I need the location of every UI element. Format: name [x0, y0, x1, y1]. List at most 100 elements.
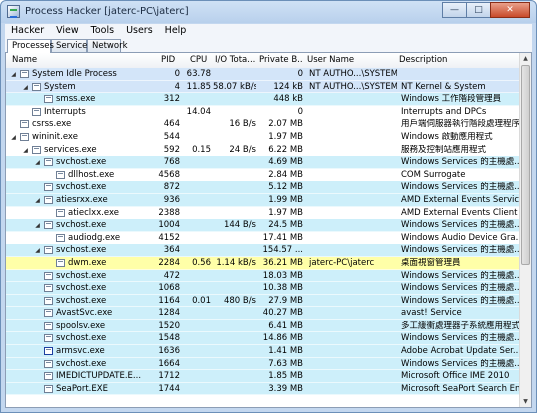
- process-row[interactable]: ◢ System 4 11.85 58.07 kB/s 124 kB NT AUTHO...…: [6, 80, 521, 94]
- menu-help[interactable]: Help: [159, 24, 193, 39]
- column-header-name[interactable]: Name: [12, 55, 102, 65]
- process-row[interactable]: ◢ svchost.exe 364 154.57 ... Windows Service…: [6, 244, 521, 257]
- process-row[interactable]: svchost.exe 472 18.03 MB Windows Services 的…: [6, 269, 521, 283]
- close-button[interactable]: ✕: [490, 2, 530, 18]
- scroll-down-arrow-icon[interactable]: ▼: [520, 396, 531, 407]
- collapse-icon[interactable]: ◢: [10, 134, 17, 141]
- process-name: dwm.exe: [68, 257, 107, 268]
- process-icon: [44, 296, 53, 305]
- process-row[interactable]: AvastSvc.exe 1284 40.27 MB avast! Service: [6, 307, 521, 320]
- process-hacker-app-icon: [7, 5, 20, 18]
- process-cpu: 0.56: [192, 257, 211, 268]
- column-header: Name PID CPU I/O Tota... Private B... Us…: [6, 53, 521, 69]
- process-private-bytes: 2.07 MB: [268, 119, 303, 130]
- process-cpu: [184, 182, 211, 193]
- process-pid: 872: [163, 182, 180, 193]
- process-pid: 4568: [158, 169, 180, 180]
- process-description: Windows 工作階段管理員: [401, 94, 502, 105]
- process-user-name: NT AUTHO...\SYSTEM: [309, 81, 397, 92]
- process-io-total: 58.07 kB/s: [213, 81, 256, 92]
- process-row[interactable]: spoolsv.exe 1520 6.41 MB 多工緩衝處理器子系統應用程式: [6, 319, 521, 333]
- scrollbar-thumb[interactable]: [521, 65, 530, 265]
- collapse-icon[interactable]: ◢: [34, 197, 41, 204]
- process-cpu: [184, 333, 211, 344]
- process-row[interactable]: SeaPort.EXE 1744 3.39 MB Microsoft SeaPort …: [6, 382, 521, 396]
- process-row[interactable]: csrss.exe 464 16 B/s 2.07 MB 用戶端伺服器執行階段處理程序: [6, 118, 521, 131]
- process-name: svchost.exe: [56, 358, 107, 369]
- process-row[interactable]: svchost.exe 1164 0.01 480 B/s 27.9 MB Windows…: [6, 294, 521, 308]
- menu-hacker[interactable]: Hacker: [5, 24, 50, 39]
- menu-users[interactable]: Users: [120, 24, 159, 39]
- process-row[interactable]: Interrupts 14.04 0 Interrupts and DPCs: [6, 105, 521, 119]
- process-user-name: [309, 119, 397, 130]
- column-header-io-total[interactable]: I/O Tota...: [215, 55, 257, 65]
- process-row[interactable]: armsvc.exe 1636 1.41 MB Adobe Acrobat Updat…: [6, 345, 521, 358]
- process-cpu: [184, 233, 211, 244]
- menu-tools[interactable]: Tools: [85, 24, 120, 39]
- process-row[interactable]: IMEDICTUPDATE.E... 1712 1.85 MB Microsoft O…: [6, 370, 521, 383]
- column-header-pid[interactable]: PID: [161, 55, 181, 65]
- process-cpu: [184, 195, 211, 206]
- process-pid: 1664: [158, 358, 180, 369]
- process-pid: 464: [163, 119, 180, 130]
- process-cpu: [184, 132, 211, 143]
- process-icon: [56, 170, 65, 179]
- process-io-total: [213, 371, 256, 382]
- process-row[interactable]: dwm.exe 2284 0.56 1.14 kB/s 36.21 MB jaterc-P…: [6, 256, 521, 270]
- process-name: services.exe: [44, 144, 97, 155]
- process-description: Windows Audio Device Gra...: [401, 232, 519, 243]
- column-header-user-name[interactable]: User Name: [307, 55, 387, 65]
- title-bar[interactable]: Process Hacker [jaterc-PC\jaterc] — □ ✕: [1, 1, 536, 23]
- process-row[interactable]: audiodg.exe 4152 17.41 MB Windows Audio Dev…: [6, 231, 521, 245]
- column-header-private-bytes[interactable]: Private B...: [259, 55, 303, 65]
- collapse-icon[interactable]: ◢: [34, 159, 41, 166]
- process-row[interactable]: ◢ services.exe 592 0.15 24 B/s 6.22 MB 服務及控制站應…: [6, 143, 521, 157]
- collapse-icon[interactable]: ◢: [34, 222, 41, 229]
- process-name: wininit.exe: [32, 131, 78, 142]
- column-header-description[interactable]: Description: [399, 55, 509, 65]
- menu-view[interactable]: View: [50, 24, 85, 39]
- process-row[interactable]: svchost.exe 872 5.12 MB Windows Services 的主…: [6, 181, 521, 194]
- tab-processes[interactable]: Processes: [7, 39, 54, 53]
- process-row[interactable]: svchost.exe 1548 14.86 MB Windows Services …: [6, 332, 521, 346]
- process-row[interactable]: svchost.exe 1068 10.38 MB Windows Services …: [6, 282, 521, 295]
- process-private-bytes: 4.69 MB: [268, 157, 303, 168]
- process-row[interactable]: svchost.exe 1664 7.63 MB Windows Services 的…: [6, 357, 521, 371]
- process-row[interactable]: dllhost.exe 4568 2.84 MB COM Surrogate: [6, 168, 521, 182]
- process-icon: [44, 284, 53, 293]
- process-row[interactable]: smss.exe 312 448 kB Windows 工作階段管理員: [6, 93, 521, 106]
- process-icon: [44, 321, 53, 330]
- process-cpu: [184, 245, 211, 256]
- process-user-name: [309, 233, 397, 244]
- process-user-name: [309, 384, 397, 395]
- collapse-icon[interactable]: ◢: [22, 147, 29, 154]
- process-row[interactable]: ◢ svchost.exe 768 4.69 MB Windows Services 的…: [6, 156, 521, 169]
- process-private-bytes: 1.97 MB: [268, 131, 303, 142]
- process-io-total: [213, 384, 256, 395]
- process-io-total: 1.14 kB/s: [216, 257, 256, 268]
- scroll-up-arrow-icon[interactable]: ▲: [520, 53, 531, 64]
- process-pid: 1068: [158, 283, 180, 294]
- process-row[interactable]: ◢ System Idle Process 0 63.78 0 NT AUTHO...\S…: [6, 68, 521, 81]
- vertical-scrollbar[interactable]: ▲ ▼: [519, 53, 531, 407]
- process-pid: 1520: [158, 320, 180, 331]
- process-row[interactable]: ◢ atiesrxx.exe 936 1.99 MB AMD External Even…: [6, 193, 521, 207]
- process-cpu: [184, 308, 211, 319]
- tab-network[interactable]: Network: [87, 39, 128, 52]
- process-private-bytes: 27.9 MB: [268, 295, 303, 306]
- collapse-icon[interactable]: ◢: [34, 247, 41, 254]
- process-row[interactable]: ◢ wininit.exe 544 1.97 MB Windows 啟動應用程式: [6, 130, 521, 144]
- process-description: Windows Services 的主機處...: [401, 270, 519, 281]
- minimize-button[interactable]: —: [442, 2, 467, 18]
- process-cpu: [184, 157, 211, 168]
- tab-services[interactable]: Services: [51, 39, 92, 52]
- column-header-cpu[interactable]: CPU: [190, 55, 212, 65]
- collapse-icon[interactable]: ◢: [22, 84, 29, 91]
- process-row[interactable]: atieclxx.exe 2388 1.97 MB AMD External Even…: [6, 206, 521, 220]
- process-name: csrss.exe: [32, 119, 72, 130]
- process-private-bytes: 1.99 MB: [268, 194, 303, 205]
- process-description: 用戶端伺服器執行階段處理程序: [401, 119, 519, 130]
- collapse-icon[interactable]: ◢: [10, 71, 17, 78]
- process-row[interactable]: ◢ svchost.exe 1004 144 B/s 24.5 MB Windows Se…: [6, 219, 521, 232]
- maximize-button[interactable]: □: [466, 2, 491, 18]
